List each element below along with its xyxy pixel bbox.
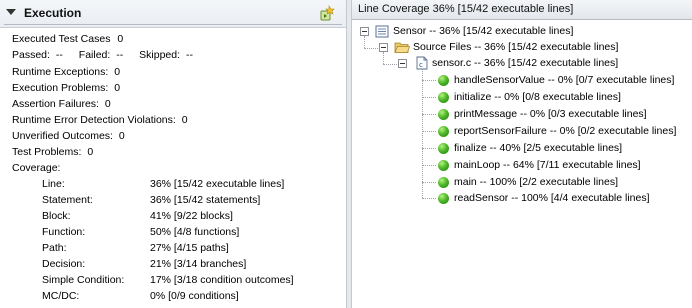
coverage-tree-header: Line Coverage 36% [15/42 executable line… — [352, 0, 692, 20]
test-problems-value: 0 — [87, 146, 94, 158]
folder-open-icon — [394, 42, 410, 53]
c-file-icon: c — [416, 56, 428, 70]
coverage-heading: Coverage: — [12, 162, 60, 174]
section-title: Execution — [24, 6, 82, 20]
skipped-label: Skipped: — [139, 49, 181, 61]
coverage-decision-label: Decision: — [42, 258, 86, 270]
tree-node-initialize[interactable]: initialize -- 0% [0/8 executable lines] — [454, 91, 621, 103]
tree-connector — [422, 182, 436, 183]
coverage-status-icon — [438, 75, 449, 86]
coverage-status-icon — [438, 143, 449, 154]
runtime-error-violations: Runtime Error Detection Violations: 0 — [12, 114, 188, 126]
runtime-exceptions-value: 0 — [114, 66, 121, 78]
executed-value: 0 — [117, 33, 124, 45]
tree-connector — [383, 52, 384, 64]
executed-test-cases: Executed Test Cases 0 — [12, 33, 123, 45]
collapse-sensor-toggle[interactable] — [360, 27, 369, 36]
tree-node-finalize[interactable]: finalize -- 40% [2/5 executable lines] — [454, 142, 622, 154]
coverage-status-icon — [438, 126, 449, 137]
coverage-mcdc-value: 0% [0/9 conditions] — [150, 290, 239, 302]
coverage-function-value: 50% [4/8 functions] — [150, 226, 240, 238]
runtime-error-violations-label: Runtime Error Detection Violations: — [12, 114, 176, 126]
coverage-decision-value: 21% [3/14 branches] — [150, 258, 247, 270]
unverified-outcomes: Unverified Outcomes: 0 — [12, 130, 125, 142]
coverage-status-icon — [438, 160, 449, 171]
collapse-sensor-c-toggle[interactable] — [398, 59, 407, 68]
tree-node-source-files[interactable]: Source Files -- 36% [15/42 executable li… — [413, 41, 618, 53]
coverage-statement-label: Statement: — [42, 194, 93, 206]
tree-connector — [422, 198, 436, 199]
coverage-status-icon — [438, 109, 449, 120]
tree-connector — [364, 48, 378, 49]
svg-text:c: c — [419, 61, 423, 69]
assertion-failures: Assertion Failures: 0 — [12, 98, 111, 110]
passed-value: -- — [55, 49, 63, 61]
assertion-failures-value: 0 — [104, 98, 111, 110]
tree-node-sensor[interactable]: Sensor -- 36% [15/42 executable lines] — [393, 25, 573, 37]
coverage-heading-label: Coverage: — [12, 162, 61, 174]
coverage-tree-panel: Line Coverage 36% [15/42 executable line… — [352, 0, 692, 308]
runtime-exceptions: Runtime Exceptions: 0 — [12, 66, 120, 78]
tree-node-read-sensor[interactable]: readSensor -- 100% [4/4 executable lines… — [454, 192, 650, 204]
test-problems-label: Test Problems: — [12, 146, 82, 158]
tree-connector — [364, 36, 365, 48]
execution-problems-label: Execution Problems: — [12, 82, 109, 94]
tree-connector — [422, 68, 423, 198]
project-icon — [375, 25, 389, 38]
coverage-function-label: Function: — [42, 226, 86, 238]
coverage-status-icon — [438, 177, 449, 188]
result-counts-row: Passed: -- Failed: -- Skipped: -- — [12, 49, 193, 61]
runtime-error-violations-value: 0 — [181, 114, 188, 126]
coverage-simple-condition-label: Simple Condition: — [42, 274, 125, 286]
execution-panel: Execution Executed Test Cases 0 Passed: … — [0, 0, 346, 308]
coverage-simple-condition-value: 17% [3/18 condition outcomes] — [150, 274, 294, 286]
tree-connector — [422, 114, 436, 115]
runtime-exceptions-label: Runtime Exceptions: — [12, 66, 109, 78]
tree-connector — [383, 64, 397, 65]
collapse-source-files-toggle[interactable] — [379, 43, 388, 52]
tree-connector — [422, 165, 436, 166]
assertion-failures-label: Assertion Failures: — [12, 98, 99, 110]
execution-section-header[interactable]: Execution — [0, 0, 346, 28]
tree-node-report-sensor-failure[interactable]: reportSensorFailure -- 0% [0/2 executabl… — [454, 125, 676, 137]
coverage-block-value: 41% [9/22 blocks] — [150, 210, 233, 222]
tree-node-sensor-c[interactable]: sensor.c -- 36% [15/42 executable lines] — [432, 57, 618, 69]
tree-node-main[interactable]: main -- 100% [2/2 executable lines] — [454, 176, 618, 188]
tree-node-handle-sensor-value[interactable]: handleSensorValue -- 0% [0/7 executable … — [454, 74, 674, 86]
tree-connector — [422, 131, 436, 132]
failed-value: -- — [116, 49, 124, 61]
coverage-mcdc-label: MC/DC: — [42, 290, 80, 302]
section-divider — [4, 24, 342, 25]
failed-label: Failed: — [78, 49, 111, 61]
coverage-status-icon — [438, 92, 449, 103]
tree-node-print-message[interactable]: printMessage -- 0% [0/3 executable lines… — [454, 108, 647, 120]
tree-connector — [422, 80, 436, 81]
tree-connector — [422, 148, 436, 149]
coverage-statement-value: 36% [15/42 statements] — [150, 194, 261, 206]
test-problems: Test Problems: 0 — [12, 146, 93, 158]
unverified-outcomes-value: 0 — [118, 130, 125, 142]
coverage-path-label: Path: — [42, 242, 67, 254]
coverage-status-icon — [438, 193, 449, 204]
coverage-path-value: 27% [4/15 paths] — [150, 242, 229, 254]
tree-node-main-loop[interactable]: mainLoop -- 64% [7/11 executable lines] — [454, 159, 641, 171]
collapse-arrow-icon[interactable] — [6, 9, 16, 15]
unverified-outcomes-label: Unverified Outcomes: — [12, 130, 113, 142]
coverage-line-value: 36% [15/42 executable lines] — [150, 178, 285, 190]
run-tests-icon[interactable] — [319, 5, 335, 21]
coverage-block-label: Block: — [42, 210, 71, 222]
skipped-value: -- — [185, 49, 193, 61]
executed-label: Executed Test Cases — [12, 33, 111, 45]
execution-problems-value: 0 — [114, 82, 121, 94]
coverage-tree-title: Line Coverage 36% [15/42 executable line… — [358, 3, 574, 15]
passed-label: Passed: — [12, 49, 50, 61]
tree-connector — [422, 97, 436, 98]
execution-problems: Execution Problems: 0 — [12, 82, 120, 94]
coverage-line-label: Line: — [42, 178, 65, 190]
